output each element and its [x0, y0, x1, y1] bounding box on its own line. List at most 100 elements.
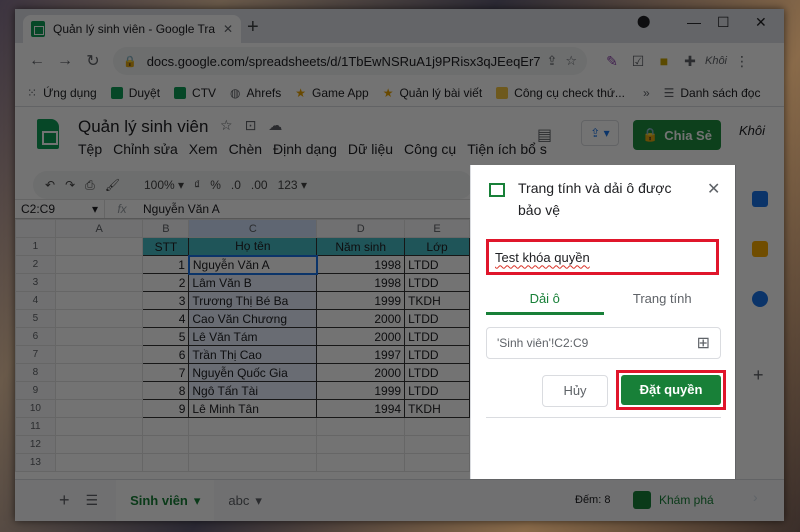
- keep-icon[interactable]: [752, 241, 768, 257]
- row-header[interactable]: 12: [15, 435, 56, 454]
- tab-range[interactable]: Dải ô: [486, 287, 604, 315]
- table-cell[interactable]: [54, 291, 144, 310]
- tasks-icon[interactable]: [752, 291, 768, 307]
- table-cell[interactable]: 9: [142, 399, 190, 418]
- menu-addons[interactable]: Tiện ích bổ s: [467, 141, 547, 157]
- bookmark-apps[interactable]: ⁙ Ứng dụng: [27, 86, 97, 100]
- increase-decimal-button[interactable]: .00: [251, 178, 268, 192]
- tab-search-icon[interactable]: ⬤: [637, 14, 650, 28]
- table-cell[interactable]: 2: [142, 273, 190, 292]
- bookmark-cong-cu[interactable]: Công cụ check thứ...: [496, 86, 625, 100]
- tab-abc[interactable]: abc ▾: [214, 480, 276, 521]
- table-cell[interactable]: [54, 237, 144, 256]
- new-tab-icon[interactable]: +: [247, 16, 259, 39]
- browser-tab[interactable]: Quản lý sinh viên - Google Trang tính ✕: [23, 15, 241, 43]
- table-cell[interactable]: 2000: [316, 327, 406, 346]
- table-cell[interactable]: Nguyễn Quốc Gia: [188, 363, 318, 382]
- extension-pen-icon[interactable]: ✎: [599, 53, 625, 70]
- row-header[interactable]: 7: [15, 345, 56, 364]
- range-input[interactable]: 'Sinh viên'!C2:C9 ⊞: [486, 327, 721, 359]
- table-cell[interactable]: Lê Minh Tân: [188, 399, 318, 418]
- header-cell[interactable]: STT: [142, 237, 190, 256]
- share-url-icon[interactable]: ⇪: [546, 53, 557, 69]
- table-cell[interactable]: [54, 327, 144, 346]
- forward-icon[interactable]: →: [51, 52, 79, 70]
- table-cell[interactable]: 4: [142, 309, 190, 328]
- row-header[interactable]: 3: [15, 273, 56, 292]
- menu-file[interactable]: Tệp: [78, 141, 102, 157]
- add-addon-icon[interactable]: +: [753, 365, 764, 386]
- table-cell[interactable]: Lâm Văn B: [188, 273, 318, 292]
- table-cell[interactable]: 8: [142, 381, 190, 400]
- bookmark-ctv[interactable]: CTV: [174, 86, 216, 100]
- sheets-logo-icon[interactable]: [37, 119, 59, 149]
- row-header[interactable]: 1: [15, 237, 56, 256]
- column-header[interactable]: B: [142, 219, 190, 238]
- table-cell[interactable]: LTDD: [404, 381, 470, 400]
- column-header[interactable]: A: [54, 219, 144, 238]
- table-cell[interactable]: 1: [142, 255, 190, 274]
- back-icon[interactable]: ←: [23, 52, 51, 70]
- paint-format-icon[interactable]: 🖌: [105, 178, 120, 192]
- minimize-icon[interactable]: —: [687, 14, 701, 30]
- select-all-corner[interactable]: [15, 219, 56, 238]
- table-cell[interactable]: LTDD: [404, 327, 470, 346]
- table-cell[interactable]: 1998: [316, 273, 406, 292]
- bookmark-star-icon[interactable]: ☆: [565, 53, 577, 69]
- tab-sinh-vien[interactable]: Sinh viên ▾: [116, 480, 215, 521]
- header-cell[interactable]: Năm sinh: [316, 237, 406, 256]
- bookmark-ahrefs[interactable]: ◍ Ahrefs: [230, 86, 281, 100]
- extension-yellow-icon[interactable]: ■: [651, 53, 677, 69]
- row-header[interactable]: 8: [15, 363, 56, 382]
- table-cell[interactable]: TKDH: [404, 399, 470, 418]
- print-icon[interactable]: ⎙: [85, 178, 95, 193]
- column-header[interactable]: D: [316, 219, 406, 238]
- table-cell[interactable]: Cao Văn Chương: [188, 309, 318, 328]
- table-cell[interactable]: LTDD: [404, 345, 470, 364]
- calendar-icon[interactable]: [752, 191, 768, 207]
- currency-format-button[interactable]: ₫: [194, 178, 200, 192]
- column-header[interactable]: C: [188, 219, 318, 238]
- selection-count[interactable]: Đếm: 8: [575, 494, 610, 506]
- extension-check-icon[interactable]: ☑: [625, 53, 651, 70]
- more-formats-select[interactable]: 123 ▾: [278, 178, 307, 192]
- table-cell[interactable]: 1997: [316, 345, 406, 364]
- table-cell[interactable]: Trương Thị Bé Ba: [188, 291, 318, 310]
- zoom-select[interactable]: 100% ▾: [144, 178, 184, 192]
- more-bookmarks-icon[interactable]: »: [643, 86, 650, 100]
- table-cell[interactable]: TKDH: [404, 291, 470, 310]
- table-cell[interactable]: [54, 309, 144, 328]
- table-cell[interactable]: [54, 345, 144, 364]
- profile-avatar[interactable]: Khôi: [703, 55, 729, 67]
- comment-history-icon[interactable]: ▤: [537, 125, 552, 145]
- reading-list[interactable]: ☰ Danh sách đọc: [664, 86, 761, 100]
- table-cell[interactable]: LTDD: [404, 309, 470, 328]
- header-cell[interactable]: Lớp: [404, 237, 470, 256]
- table-cell[interactable]: LTDD: [404, 273, 470, 292]
- bookmark-game-app[interactable]: ★ Game App: [295, 86, 368, 100]
- close-tab-icon[interactable]: ✕: [223, 22, 233, 36]
- menu-edit[interactable]: Chỉnh sửa: [113, 141, 178, 157]
- row-header[interactable]: 11: [15, 417, 56, 436]
- move-folder-icon[interactable]: ⊡: [245, 117, 257, 134]
- menu-insert[interactable]: Chèn: [229, 141, 262, 157]
- document-title[interactable]: Quản lý sinh viên: [78, 117, 208, 137]
- browser-menu-icon[interactable]: ⋮: [729, 53, 755, 70]
- cancel-button[interactable]: Hủy: [542, 375, 608, 407]
- formula-input[interactable]: Nguyễn Văn A: [139, 202, 220, 216]
- decrease-decimal-button[interactable]: .0: [231, 178, 241, 192]
- table-cell[interactable]: [54, 273, 144, 292]
- table-cell[interactable]: Nguyễn Văn A: [187, 254, 318, 275]
- all-sheets-icon[interactable]: ☰: [82, 492, 117, 509]
- star-icon[interactable]: ☆: [220, 117, 233, 134]
- table-cell[interactable]: 2000: [316, 363, 406, 382]
- table-cell[interactable]: [54, 381, 144, 400]
- select-range-icon[interactable]: ⊞: [697, 333, 710, 353]
- row-header[interactable]: 13: [15, 453, 56, 472]
- menu-tools[interactable]: Công cụ: [404, 141, 456, 157]
- table-cell[interactable]: LTDD: [404, 363, 470, 382]
- table-cell[interactable]: 1999: [316, 291, 406, 310]
- percent-format-button[interactable]: %: [210, 178, 221, 192]
- reload-icon[interactable]: ↻: [79, 51, 107, 71]
- table-cell[interactable]: Lê Văn Tám: [188, 327, 318, 346]
